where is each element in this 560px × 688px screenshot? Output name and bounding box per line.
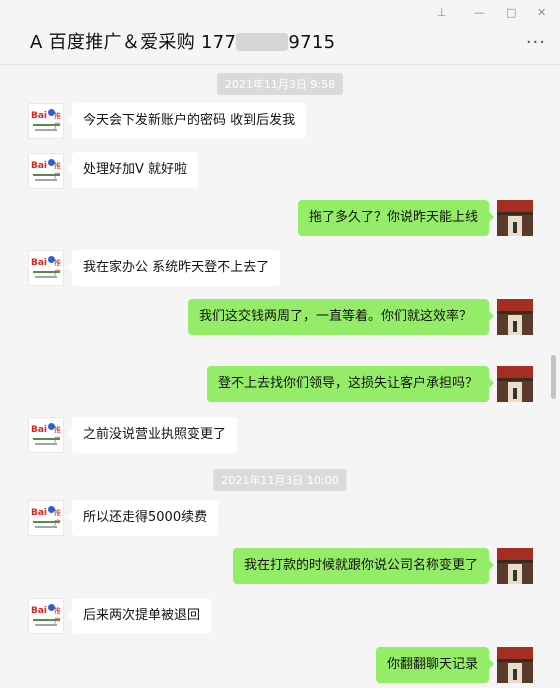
maximize-icon[interactable]: □	[506, 6, 516, 19]
chat-title-suffix: 9715	[288, 32, 336, 53]
message-bubble-received[interactable]: 处理好加V 就好啦	[66, 152, 199, 188]
contact-avatar[interactable]: Bai 推广	[28, 153, 64, 189]
avatar-decor	[35, 179, 57, 181]
avatar-product: 推广	[54, 112, 61, 130]
close-icon[interactable]: ✕	[537, 6, 546, 19]
minimize-icon[interactable]: —	[474, 6, 485, 19]
message-bubble-received[interactable]: 我在家办公 系统昨天登不上去了	[66, 250, 281, 286]
avatar-brand: Bai	[31, 258, 48, 268]
self-avatar[interactable]	[497, 200, 533, 236]
avatar-decor	[513, 388, 517, 399]
self-avatar[interactable]	[497, 299, 533, 335]
avatar-decor	[35, 276, 57, 278]
avatar-decor	[33, 271, 60, 273]
avatar-decor	[513, 669, 517, 680]
avatar-decor	[33, 124, 60, 126]
avatar-brand: Bai	[31, 508, 48, 518]
scrollbar-thumb[interactable]	[551, 355, 556, 399]
avatar-decor	[33, 521, 60, 523]
avatar-product: 推广	[54, 607, 61, 625]
avatar-decor	[497, 560, 533, 563]
timestamp: 2021年11月3日 9:58	[216, 73, 344, 95]
more-options-icon[interactable]: ···	[526, 32, 546, 53]
avatar-decor	[513, 321, 517, 332]
message-bubble-sent[interactable]: 拖了多久了？你说昨天能上线	[297, 200, 495, 236]
avatar-brand: Bai	[31, 606, 48, 616]
contact-avatar[interactable]: Bai 推广	[28, 417, 64, 453]
avatar-decor	[497, 378, 533, 381]
message-bubble-sent[interactable]: 我在打款的时候就跟你说公司名称变更了	[232, 548, 495, 584]
timestamp: 2021年11月3日 10:00	[213, 469, 347, 491]
avatar-product: 推广	[54, 259, 61, 277]
message-bubble-received[interactable]: 后来两次提单被退回	[66, 598, 212, 634]
self-avatar[interactable]	[497, 366, 533, 402]
chat-title: A 百度推广＆爱采购 177 9715	[30, 28, 335, 54]
avatar-product: 推广	[54, 509, 61, 527]
avatar-decor	[35, 443, 57, 445]
message-bubble-sent[interactable]: 我们这交钱两周了，一直等着。你们就这效率？	[188, 299, 494, 335]
chat-title-prefix: A 百度推广＆爱采购 177	[30, 32, 237, 53]
message-bubble-sent[interactable]: 登不上去找你们领导，这损失让客户承担吗？	[206, 366, 495, 402]
avatar-decor	[33, 438, 60, 440]
pin-icon[interactable]: ⊥	[437, 6, 447, 19]
avatar-decor	[35, 129, 57, 131]
avatar-decor	[35, 624, 57, 626]
redacted-number	[236, 33, 289, 51]
avatar-brand: Bai	[31, 161, 48, 171]
chat-header: A 百度推广＆爱采购 177 9715 ⊥ — □ ✕ ···	[0, 0, 560, 65]
self-avatar[interactable]	[497, 548, 533, 584]
contact-avatar[interactable]: Bai 推广	[28, 500, 64, 536]
message-bubble-received[interactable]: 今天会下发新账户的密码 收到后发我	[66, 103, 307, 139]
avatar-decor	[33, 174, 60, 176]
contact-avatar[interactable]: Bai 推广	[28, 598, 64, 634]
avatar-decor	[497, 212, 533, 215]
avatar-decor	[513, 222, 517, 233]
self-avatar[interactable]	[497, 647, 533, 683]
avatar-brand: Bai	[31, 111, 48, 121]
avatar-decor	[497, 659, 533, 662]
contact-avatar[interactable]: Bai 推广	[28, 250, 64, 286]
contact-avatar[interactable]: Bai 推广	[28, 103, 64, 139]
avatar-brand: Bai	[31, 425, 48, 435]
avatar-decor	[513, 570, 517, 581]
message-bubble-sent[interactable]: 你翻翻聊天记录	[375, 647, 495, 683]
avatar-product: 推广	[54, 162, 61, 180]
message-bubble-received[interactable]: 之前没说营业执照变更了	[66, 417, 238, 453]
avatar-decor	[497, 311, 533, 314]
avatar-decor	[35, 526, 57, 528]
avatar-product: 推广	[54, 426, 61, 444]
message-bubble-received[interactable]: 所以还走得5000续费	[66, 500, 219, 536]
avatar-decor	[33, 619, 60, 621]
